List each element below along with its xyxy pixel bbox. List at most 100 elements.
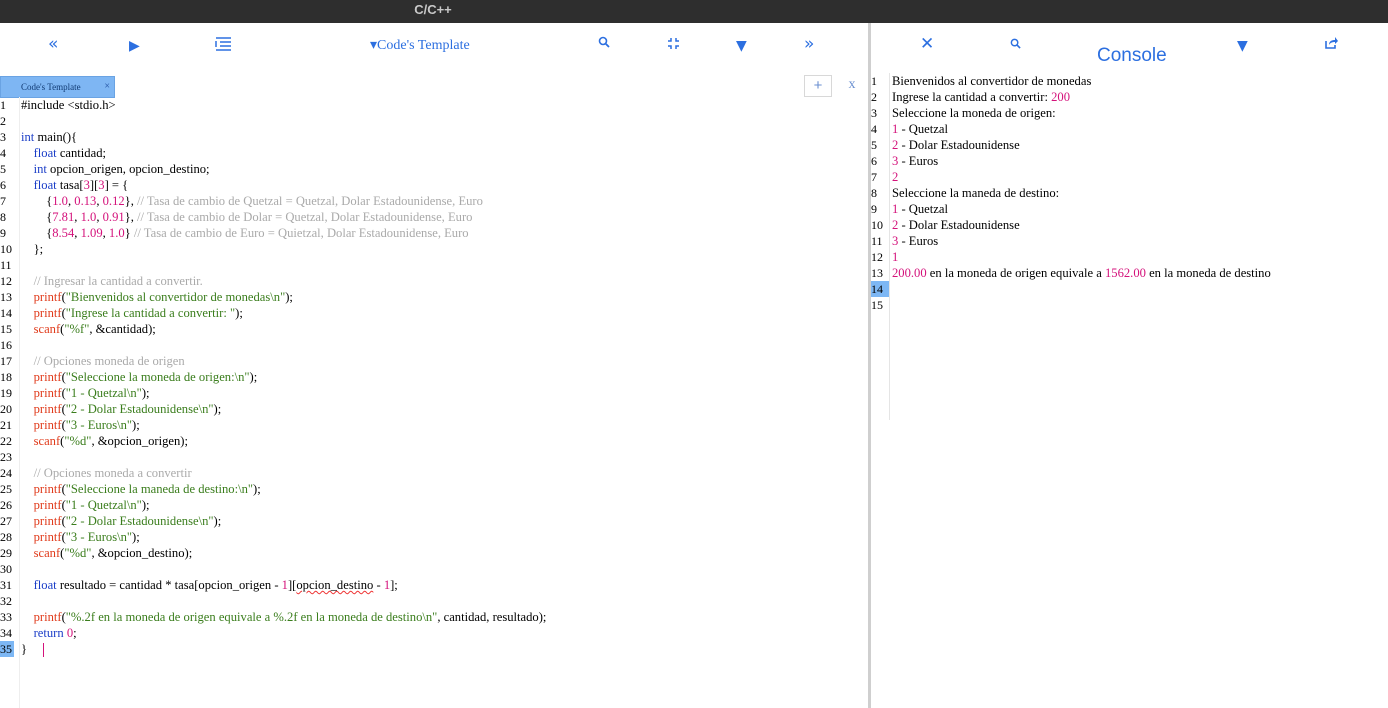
code-token: 1.09 (80, 226, 103, 240)
code-token: // Tasa de cambio de Quetzal = Quetzal, … (137, 194, 483, 208)
code-line[interactable]: // Opciones moneda a convertir (21, 465, 192, 481)
code-token: } (124, 226, 134, 240)
code-line[interactable]: float tasa[3][3] = { (21, 177, 129, 193)
console-line-number: 5 (871, 138, 877, 152)
line-number: 21 (0, 418, 12, 432)
code-line[interactable]: printf("Seleccione la moneda de origen:\… (21, 369, 258, 385)
code-token: }, (124, 194, 138, 208)
code-line[interactable]: #include <stdio.h> (21, 97, 116, 113)
code-line[interactable]: int opcion_origen, opcion_destino; (21, 161, 210, 177)
code-line[interactable]: printf("3 - Euros\n"); (21, 529, 140, 545)
code-line[interactable]: {8.54, 1.09, 1.0} // Tasa de cambio de E… (21, 225, 468, 241)
code-token: printf (33, 498, 62, 512)
code-line[interactable]: printf("3 - Euros\n"); (21, 417, 140, 433)
code-line[interactable]: scanf("%f", &cantidad); (21, 321, 156, 337)
close-tab-button[interactable]: x (838, 75, 866, 97)
code-token: } (21, 642, 28, 656)
code-line[interactable]: float cantidad; (21, 145, 106, 161)
code-token: ); (249, 370, 258, 384)
code-token: ); (213, 402, 222, 416)
line-number: 30 (0, 562, 12, 576)
console-token: 1562.00 (1104, 266, 1146, 280)
console-line-number: 12 (871, 250, 883, 264)
run-button[interactable]: ▶ (129, 37, 140, 55)
tab-close-icon[interactable]: × (104, 77, 110, 97)
line-number: 23 (0, 450, 12, 464)
code-line[interactable]: scanf("%d", &opcion_origen); (21, 433, 188, 449)
code-token: printf (33, 418, 62, 432)
code-line[interactable]: float resultado = cantidad * tasa[opcion… (21, 577, 398, 593)
code-token: opcion_origen, opcion_destino; (46, 162, 210, 176)
console-token: en la moneda de destino (1145, 266, 1271, 280)
code-line[interactable]: printf("1 - Quetzal\n"); (21, 497, 150, 513)
code-line[interactable]: // Opciones moneda de origen (21, 353, 185, 369)
code-line[interactable]: } (21, 641, 45, 658)
expand-right-icon[interactable]: » (804, 35, 814, 53)
code-token: printf (33, 482, 62, 496)
console-token: Seleccione la maneda de destino: (892, 186, 1060, 200)
code-token: , cantidad, resultado); (437, 610, 547, 624)
fullscreen-icon[interactable] (667, 37, 680, 50)
format-list-icon[interactable] (215, 36, 232, 51)
code-token: // Opciones moneda de origen (33, 354, 185, 368)
code-token: int (33, 162, 47, 176)
console-token: Bienvenidos al convertidor de monedas (892, 74, 1092, 88)
code-token: 0.12 (102, 194, 125, 208)
share-icon[interactable] (1324, 36, 1339, 50)
line-number: 34 (0, 626, 12, 640)
code-line[interactable]: scanf("%d", &opcion_destino); (21, 545, 193, 561)
code-line[interactable]: {7.81, 1.0, 0.91}, // Tasa de cambio de … (21, 209, 472, 225)
console-token: - Euros (898, 234, 939, 248)
code-line[interactable]: return 0; (21, 625, 77, 641)
collapse-left-icon[interactable]: « (48, 35, 58, 53)
console-line: Seleccione la moneda de origen: (892, 105, 1056, 121)
console-line: Ingrese la cantidad a convertir: 200 (892, 89, 1070, 105)
console-dropdown-icon[interactable]: ▼ (1237, 37, 1248, 55)
console-search-icon[interactable] (1010, 38, 1021, 49)
add-tab-button[interactable]: + (804, 75, 832, 97)
code-line[interactable]: int main(){ (21, 129, 77, 145)
close-icon[interactable]: ✕ (920, 35, 934, 53)
code-token: 0.13 (74, 194, 97, 208)
code-line[interactable]: printf("Seleccione la maneda de destino:… (21, 481, 261, 497)
code-token: "Seleccione la maneda de destino:\n" (65, 482, 254, 496)
console-line-number: 7 (871, 170, 877, 184)
code-token: ); (213, 514, 222, 528)
line-number: 12 (0, 274, 12, 288)
line-number: 17 (0, 354, 12, 368)
console-token: 200 (1051, 90, 1070, 104)
text-cursor (43, 643, 45, 658)
code-token: int (21, 130, 35, 144)
console-title: Console (1097, 45, 1167, 66)
code-line[interactable]: printf("2 - Dolar Estadounidense\n"); (21, 513, 222, 529)
code-token: ]; (390, 578, 398, 592)
line-number: 8 (0, 210, 6, 224)
code-line[interactable]: // Ingresar la cantidad a convertir. (21, 273, 203, 289)
code-token: float (33, 178, 57, 192)
search-icon[interactable] (598, 36, 610, 48)
code-line[interactable]: printf("Ingrese la cantidad a convertir:… (21, 305, 243, 321)
code-line[interactable]: }; (21, 241, 44, 257)
code-line[interactable]: printf("%.2f en la moneda de origen equi… (21, 609, 547, 625)
console-line: 200.00 en la moneda de origen equivale a… (892, 265, 1271, 281)
code-token: "2 - Dolar Estadounidense\n" (65, 514, 214, 528)
tab-codes-template[interactable]: Code's Template × (0, 76, 115, 98)
chevron-down-icon[interactable]: ▼ (736, 37, 747, 55)
code-token: scanf (33, 322, 61, 336)
code-token: ); (253, 482, 261, 496)
code-line[interactable]: printf("2 - Dolar Estadounidense\n"); (21, 401, 222, 417)
code-line[interactable]: printf("Bienvenidos al convertidor de mo… (21, 289, 293, 305)
code-token: 8.54 (52, 226, 75, 240)
console-line-number: 9 (871, 202, 877, 216)
template-dropdown[interactable]: ▾Code's Template (370, 37, 470, 55)
console-toolbar: ✕ Console ▼ (871, 23, 1388, 73)
code-token: // Opciones moneda a convertir (33, 466, 192, 480)
code-line[interactable]: printf("1 - Quetzal\n"); (21, 385, 150, 401)
code-token: "3 - Euros\n" (65, 418, 133, 432)
console-line-number: 3 (871, 106, 877, 120)
code-line[interactable]: {1.0, 0.13, 0.12}, // Tasa de cambio de … (21, 193, 483, 209)
